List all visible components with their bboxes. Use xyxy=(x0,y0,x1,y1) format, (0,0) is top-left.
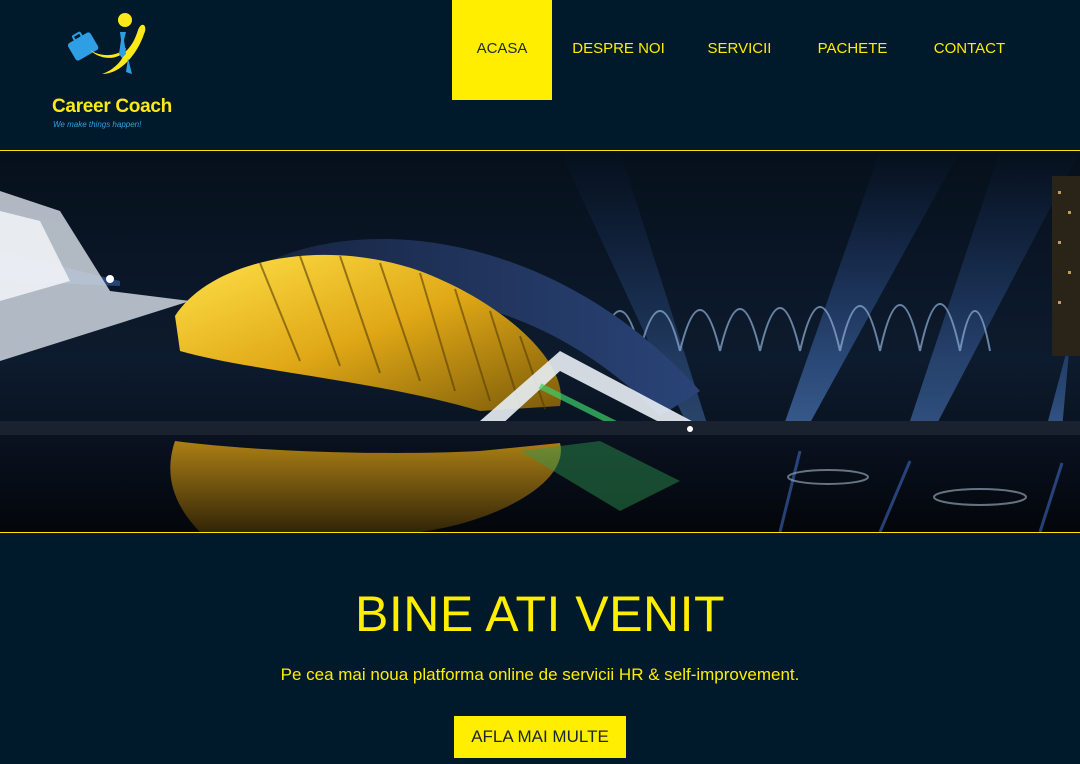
hero-image xyxy=(0,151,1080,532)
site-header: Career Coach We make things happen! ACAS… xyxy=(0,0,1080,150)
nav-item-contact[interactable]: CONTACT xyxy=(911,0,1028,100)
nav-item-pachete[interactable]: PACHETE xyxy=(794,0,911,100)
brand-name: Career Coach xyxy=(52,96,172,117)
nav-item-acasa[interactable]: ACASA xyxy=(452,0,552,100)
main-nav: ACASA DESPRE NOI SERVICII PACHETE CONTAC… xyxy=(452,0,1028,100)
welcome-subtitle: Pe cea mai noua platforma online de serv… xyxy=(280,665,800,684)
welcome-title: BINE ATI VENIT xyxy=(354,586,726,642)
logo-figure-icon xyxy=(67,13,146,74)
hero-banner xyxy=(0,150,1080,533)
nav-item-servicii[interactable]: SERVICII xyxy=(685,0,794,100)
brand-tagline: We make things happen! xyxy=(53,120,142,129)
logo[interactable]: Career Coach We make things happen! xyxy=(50,8,175,133)
learn-more-button[interactable]: AFLA MAI MULTE xyxy=(454,716,626,758)
nav-item-despre-noi[interactable]: DESPRE NOI xyxy=(552,0,685,100)
